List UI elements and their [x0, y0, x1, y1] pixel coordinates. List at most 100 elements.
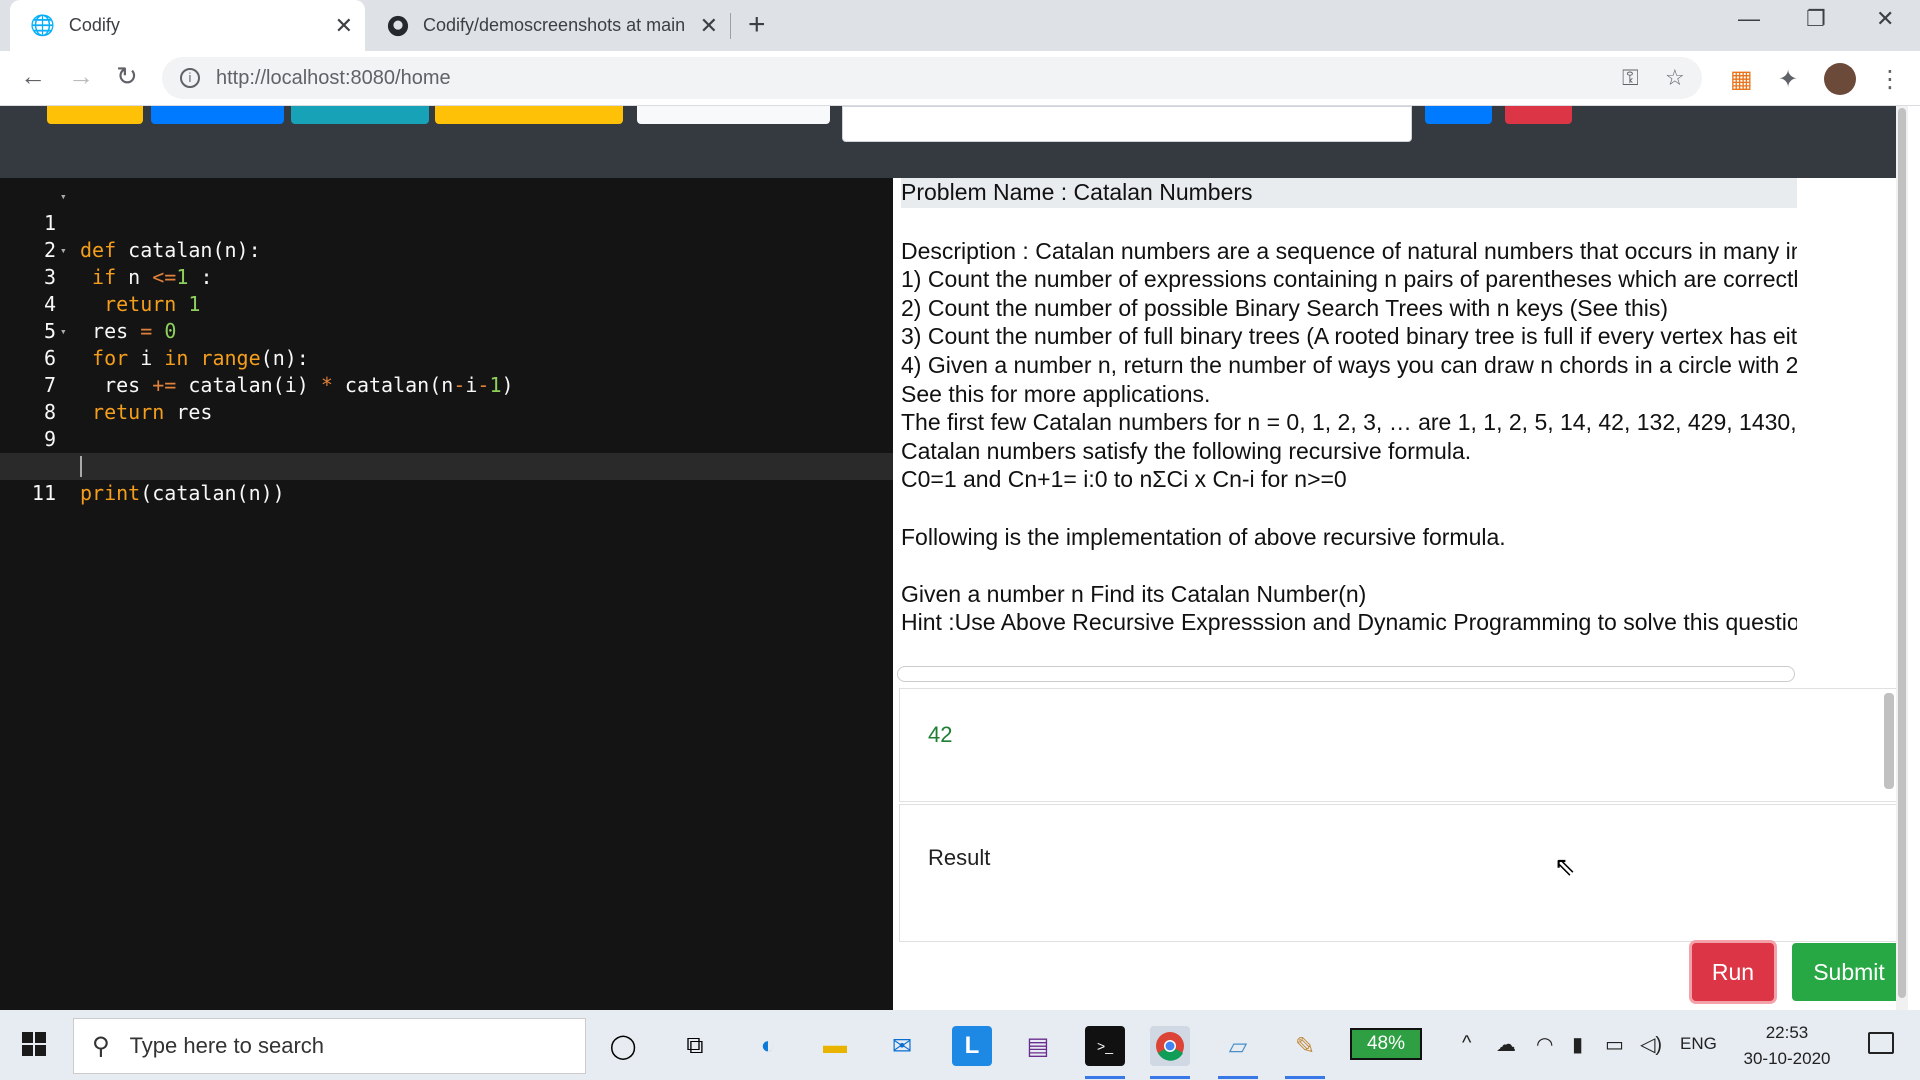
active-underline — [1150, 1076, 1190, 1079]
active-underline — [1085, 1076, 1125, 1079]
problem-line: 4) Given a number n, return the number o… — [901, 351, 1797, 378]
page-scrollbar[interactable] — [1896, 106, 1908, 1010]
microphone-icon[interactable]: ▮ — [1572, 1032, 1583, 1057]
edge-icon[interactable]: ◐ — [748, 1026, 788, 1066]
forward-icon[interactable]: → — [68, 61, 94, 92]
search-placeholder: Type here to search — [129, 1033, 325, 1058]
reload-icon[interactable]: ↻ — [116, 61, 138, 92]
run-button[interactable]: Run — [1692, 943, 1774, 1001]
notepad-icon[interactable]: ▱ — [1218, 1026, 1258, 1066]
problem-line: Following is the implementation of above… — [901, 523, 1506, 550]
code-line[interactable]: 5 ▾ for i in range(n): — [0, 291, 893, 370]
code-line[interactable]: 3 return 1 — [0, 237, 893, 316]
problem-description: Problem Name : Catalan Numbers Descripti… — [901, 178, 1797, 694]
problem-line — [901, 494, 1797, 523]
taskbar-search[interactable]: ⚲ Type here to search — [73, 1018, 586, 1074]
app-navbar — [0, 106, 1908, 178]
key-icon[interactable]: ⚿ — [1622, 65, 1639, 91]
back-icon[interactable]: ← — [20, 61, 46, 92]
paint-icon[interactable]: ✎ — [1285, 1026, 1325, 1066]
nav-button-2[interactable] — [151, 106, 284, 124]
code-line[interactable]: 2 ▾ if n <=1 : — [0, 210, 893, 289]
nav-button-3[interactable] — [291, 106, 429, 124]
problem-line: The first few Catalan numbers for n = 0,… — [901, 409, 1797, 436]
task-view-icon[interactable]: ⧉ — [675, 1026, 715, 1066]
code-text: print(catalan(n)) — [80, 481, 285, 505]
tab-title: Codify/demoscreenshots at main — [423, 15, 686, 35]
search-icon: ⚲ — [92, 1032, 110, 1060]
volume-icon[interactable]: ◁) — [1640, 1032, 1662, 1057]
tab-github[interactable]: Codify/demoscreenshots at main ✕ — [375, 0, 730, 51]
fold-icon[interactable]: ▾ — [60, 183, 67, 210]
mouse-pointer-icon: ⇖ — [1554, 851, 1576, 881]
input-textarea[interactable] — [842, 106, 1412, 142]
nav-button-5[interactable] — [1425, 106, 1492, 124]
output-scrollbar[interactable] — [1884, 693, 1894, 789]
nav-button-4[interactable] — [435, 106, 623, 124]
l-app-icon[interactable]: L — [952, 1026, 992, 1066]
url-text: http://localhost:8080/home — [216, 66, 451, 89]
code-line-active[interactable]: 11 — [0, 453, 893, 505]
chrome-icon[interactable] — [1150, 1026, 1190, 1066]
avatar[interactable] — [1824, 63, 1856, 95]
mail-icon[interactable]: ✉ — [882, 1026, 922, 1066]
problem-line: 2) Count the number of possible Binary S… — [901, 294, 1669, 321]
address-bar[interactable]: i http://localhost:8080/home ⚿ ☆ — [162, 57, 1702, 99]
onedrive-icon[interactable]: ☁ — [1496, 1032, 1516, 1057]
clock-time: 22:53 — [1765, 1023, 1809, 1042]
tab-codify[interactable]: 🌐 Codify ✕ — [10, 0, 365, 51]
minimize-icon[interactable]: — — [1738, 6, 1760, 32]
horizontal-scrollbar[interactable] — [897, 666, 1795, 682]
extension-icon[interactable]: ▦ — [1730, 65, 1753, 94]
chevron-up-icon[interactable]: ^ — [1462, 1032, 1471, 1055]
clock-date: 30-10-2020 — [1743, 1049, 1831, 1068]
close-tab-icon[interactable]: ✕ — [335, 13, 353, 39]
close-tab-icon[interactable]: ✕ — [700, 13, 718, 39]
problem-line: C0=1 and Cn+1= i:0 to nΣCi x Cn-i for n>… — [901, 466, 1347, 493]
problem-line: Hint :Use Above Recursive Expresssion an… — [901, 609, 1797, 636]
problem-name: Problem Name : Catalan Numbers — [901, 178, 1797, 208]
output-box[interactable]: 42 — [899, 688, 1897, 802]
result-box: Result — [899, 804, 1897, 942]
cortana-icon[interactable]: ◯ — [603, 1026, 643, 1066]
puzzle-icon[interactable]: ✦ — [1778, 65, 1798, 94]
text-cursor — [80, 456, 82, 477]
winrar-icon[interactable]: ▤ — [1018, 1026, 1058, 1066]
tab-title: Codify — [68, 15, 120, 35]
problem-line: 1) Count the number of expressions conta… — [901, 266, 1797, 293]
battery-widget[interactable]: 48% — [1350, 1028, 1422, 1060]
github-icon — [387, 15, 409, 36]
problem-line: Given a number n Find its Catalan Number… — [901, 580, 1367, 607]
problem-line — [901, 208, 1797, 237]
menu-icon[interactable]: ⋮ — [1878, 65, 1902, 94]
code-line[interactable]: 4 res = 0 — [0, 264, 893, 343]
submit-button[interactable]: Submit — [1792, 943, 1906, 1001]
nav-button-6[interactable] — [1505, 106, 1572, 124]
problem-line: See this for more applications. — [901, 380, 1211, 407]
new-tab-button[interactable]: + — [748, 8, 766, 42]
code-editor[interactable]: 1 ▾ def catalan(n): 2 ▾ if n <=1 : 3 retur… — [0, 178, 893, 1010]
clock[interactable]: 22:53 30-10-2020 — [1732, 1020, 1842, 1072]
wifi-icon[interactable]: ◠ — [1536, 1032, 1553, 1057]
tab-separator — [730, 13, 731, 39]
code-line[interactable]: 6 res += catalan(i) * catalan(n-i-1) — [0, 318, 893, 397]
problem-line: Catalan numbers satisfy the following re… — [901, 437, 1472, 464]
code-line[interactable]: 9 n=int(input()) — [0, 399, 893, 478]
notification-icon[interactable] — [1868, 1032, 1894, 1054]
nav-button-1[interactable] — [47, 106, 143, 124]
nav-select[interactable] — [637, 106, 830, 124]
restore-icon[interactable]: ❐ — [1806, 6, 1826, 32]
close-window-icon[interactable]: ✕ — [1876, 6, 1894, 32]
code-line[interactable]: 1 ▾ def catalan(n): — [0, 183, 893, 262]
language-indicator[interactable]: ENG — [1680, 1034, 1717, 1054]
line-number: 11 — [31, 481, 56, 505]
code-line[interactable]: 8 — [0, 372, 893, 424]
battery-icon[interactable]: ▭ — [1605, 1032, 1624, 1057]
code-line[interactable]: 7 return res — [0, 345, 893, 424]
star-icon[interactable]: ☆ — [1665, 65, 1685, 91]
info-icon[interactable]: i — [180, 68, 200, 88]
terminal-icon[interactable]: >_ — [1085, 1026, 1125, 1066]
code-line[interactable]: 10 print(catalan(n)) — [0, 426, 893, 505]
page-content: 1 ▾ def catalan(n): 2 ▾ if n <=1 : 3 retur… — [0, 106, 1908, 1010]
file-explorer-icon[interactable]: ▬ — [815, 1026, 855, 1066]
